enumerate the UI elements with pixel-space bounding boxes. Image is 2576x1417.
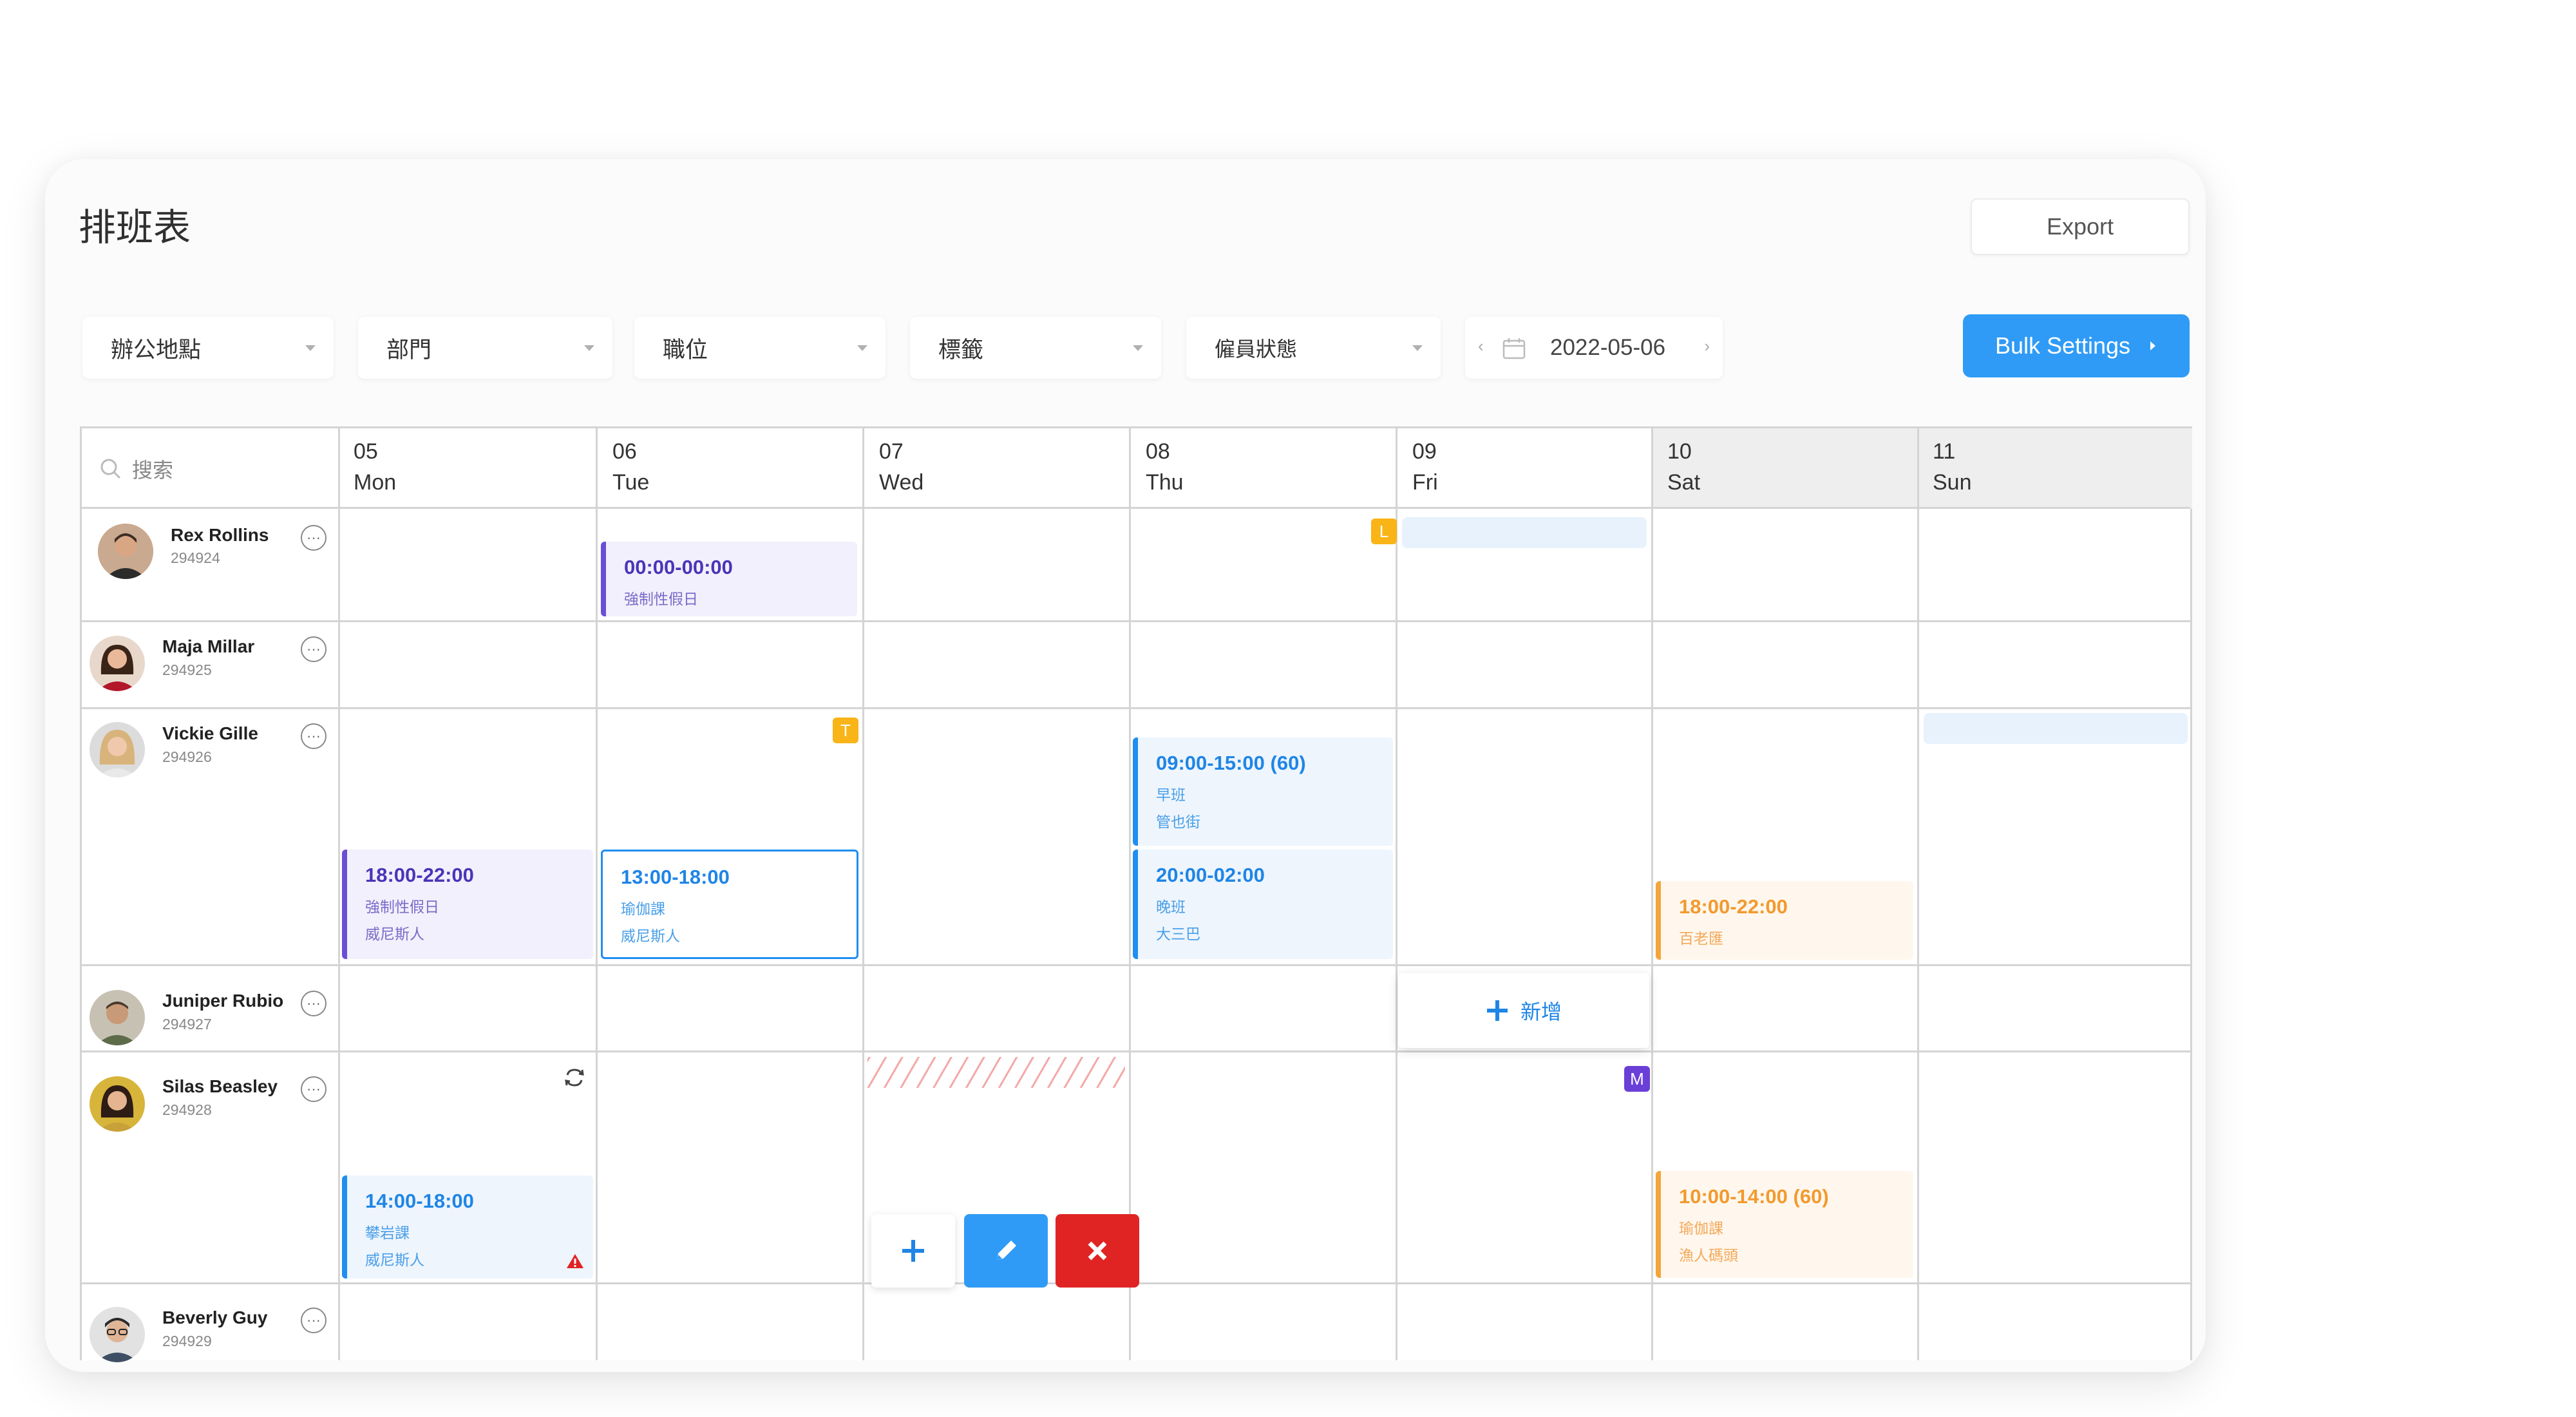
employee-name: Juniper Rubio — [162, 991, 284, 1011]
more-options-icon[interactable]: ··· — [301, 991, 327, 1016]
employee-name: Maja Millar — [162, 636, 255, 656]
column-divider — [862, 428, 864, 1360]
day-header-sat: 10 Sat — [1667, 439, 1701, 495]
chevron-down-icon — [1133, 345, 1143, 351]
filter-department[interactable]: 部門 — [358, 317, 612, 379]
date-picker[interactable]: ‹ 2022-05-06 › — [1465, 317, 1723, 379]
employee-id: 294927 — [162, 1016, 212, 1032]
day-header-sun: 11 Sun — [1933, 439, 1972, 495]
chevron-left-icon[interactable]: ‹ — [1478, 336, 1484, 356]
empty-shift-slot[interactable] — [1924, 713, 2188, 744]
employee-search[interactable]: 搜索 — [100, 454, 173, 484]
chevron-right-icon[interactable]: › — [1704, 336, 1710, 356]
page-title: 排班表 — [79, 205, 191, 249]
day-header-wed: 07 Wed — [879, 439, 924, 495]
date-value: 2022-05-06 — [1550, 335, 1666, 360]
add-button[interactable] — [871, 1214, 955, 1288]
employee-name: Silas Beasley — [162, 1076, 278, 1096]
avatar — [90, 722, 145, 777]
empty-shift-slot[interactable] — [1402, 517, 1647, 548]
shift-card[interactable]: 10:00-14:00 (60) 瑜伽課 漁人碼頭 — [1656, 1171, 1913, 1278]
avatar — [90, 990, 145, 1045]
day-header-mon: 05 Mon — [354, 439, 397, 495]
chevron-down-icon — [584, 345, 594, 351]
search-placeholder: 搜索 — [132, 458, 174, 482]
chevron-down-icon — [1412, 345, 1423, 351]
delete-button[interactable] — [1056, 1214, 1139, 1288]
employee-name: Rex Rollins — [171, 525, 269, 545]
filter-employee-status-label: 僱員狀態 — [1215, 337, 1298, 361]
more-options-icon[interactable]: ··· — [301, 1076, 327, 1102]
day-header-tue: 06 Tue — [612, 439, 650, 495]
column-divider — [338, 428, 340, 1360]
row-divider — [82, 707, 2190, 709]
row-divider — [82, 964, 2190, 966]
warning-icon — [567, 1254, 583, 1268]
export-button[interactable]: Export — [1971, 198, 2190, 255]
edit-button[interactable] — [964, 1214, 1048, 1288]
bulk-settings-label: Bulk Settings — [1994, 332, 2131, 359]
meeting-badge: M — [1624, 1066, 1650, 1092]
unavailable-slot — [867, 1057, 1125, 1088]
chevron-down-icon — [857, 345, 867, 351]
avatar — [90, 1076, 145, 1132]
shift-card[interactable]: 09:00-15:00 (60) 早班 管也街 — [1133, 737, 1393, 846]
plus-icon — [902, 1240, 924, 1262]
shift-card[interactable]: 14:00-18:00 攀岩課 威尼斯人 — [342, 1175, 593, 1279]
avatar — [90, 1307, 145, 1362]
shift-card[interactable]: 18:00-22:00 強制性假日 威尼斯人 — [342, 850, 593, 959]
shift-card-selected[interactable]: 13:00-18:00 瑜伽課 威尼斯人 — [601, 850, 858, 959]
row-divider — [82, 507, 2190, 509]
caret-right-icon — [2150, 341, 2156, 350]
employee-id: 294926 — [162, 748, 212, 765]
more-options-icon[interactable]: ··· — [301, 1308, 327, 1333]
search-icon — [100, 459, 121, 479]
column-divider — [596, 428, 598, 1360]
schedule-grid: 搜索 05 Mon 06 Tue 07 Wed 08 Thu 09 Fri 10 Sat 1… — [80, 426, 2192, 1362]
calendar-icon — [1502, 338, 1526, 359]
leave-badge: L — [1371, 518, 1397, 544]
shift-card[interactable]: 20:00-02:00 晚班 大三巴 — [1133, 850, 1393, 959]
filter-position-label: 職位 — [663, 337, 708, 363]
avatar — [98, 524, 153, 579]
close-icon — [1088, 1241, 1107, 1260]
row-divider — [82, 1051, 2190, 1052]
filter-tag-label: 標籤 — [938, 337, 984, 363]
employee-name: Vickie Gille — [162, 723, 258, 743]
avatar — [90, 636, 145, 691]
column-divider — [1651, 428, 1653, 1360]
shift-card[interactable]: 00:00-00:00 強制性假日 — [601, 542, 857, 616]
filter-department-label: 部門 — [386, 337, 432, 363]
filter-position[interactable]: 職位 — [634, 317, 886, 379]
filter-employee-status[interactable]: 僱員狀態 — [1186, 317, 1441, 379]
plus-icon — [1486, 1000, 1508, 1021]
employee-id: 294924 — [171, 549, 220, 566]
pencil-icon — [997, 1241, 1016, 1260]
swap-icon[interactable] — [564, 1067, 585, 1088]
employee-id: 294925 — [162, 661, 212, 678]
add-label: 新增 — [1520, 1000, 1562, 1024]
filter-office-label: 辦公地點 — [111, 337, 202, 363]
filter-office[interactable]: 辦公地點 — [82, 317, 334, 379]
more-options-icon[interactable]: ··· — [301, 525, 327, 551]
bulk-settings-button[interactable]: Bulk Settings — [1963, 314, 2190, 377]
employee-name: Beverly Guy — [162, 1308, 268, 1327]
shift-card[interactable]: 18:00-22:00 百老匯 — [1656, 881, 1913, 960]
chevron-down-icon — [305, 345, 316, 351]
day-header-fri: 09 Fri — [1412, 439, 1438, 495]
filter-tag[interactable]: 標籤 — [910, 317, 1161, 379]
day-header-thu: 08 Thu — [1146, 439, 1184, 495]
column-divider — [1917, 428, 1919, 1360]
employee-id: 294928 — [162, 1101, 212, 1118]
more-options-icon[interactable]: ··· — [301, 636, 327, 662]
employee-id: 294929 — [162, 1333, 212, 1349]
row-divider — [82, 620, 2190, 622]
column-divider — [1396, 428, 1397, 1360]
type-badge: T — [833, 718, 858, 743]
add-shift-popup[interactable]: 新增 — [1398, 973, 1649, 1048]
more-options-icon[interactable]: ··· — [301, 723, 327, 749]
